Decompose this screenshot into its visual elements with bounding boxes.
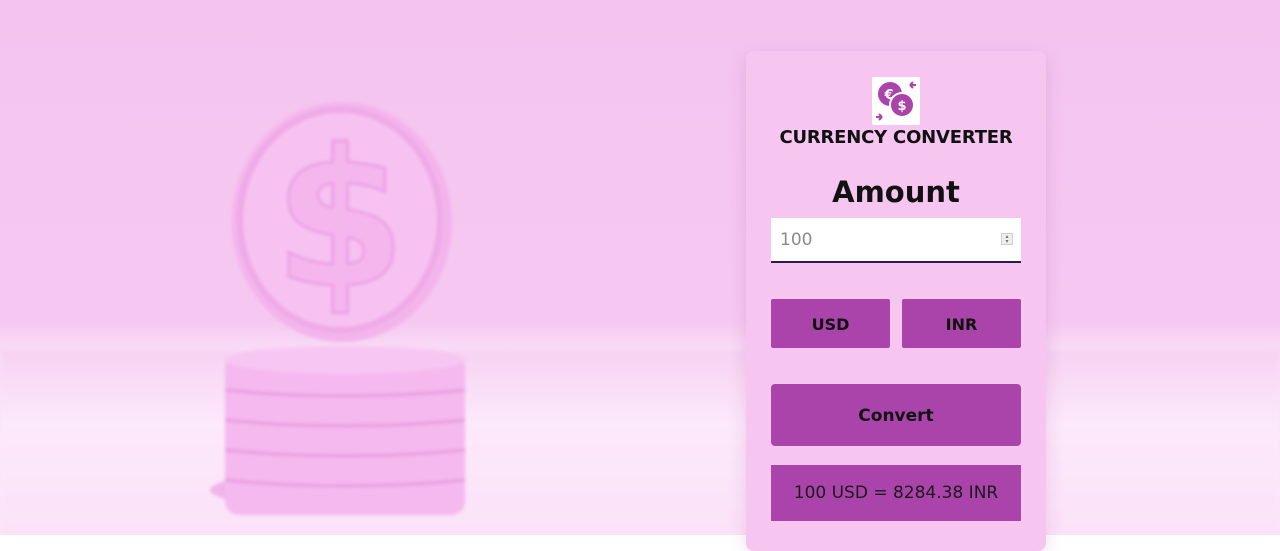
- amount-label: Amount: [832, 175, 960, 209]
- svg-text:€: €: [883, 88, 893, 103]
- to-currency-button[interactable]: INR: [902, 299, 1021, 348]
- currency-exchange-icon: € $: [872, 77, 920, 125]
- dollar-coin-icon: $: [232, 102, 452, 342]
- coin-stack-illustration: $: [210, 102, 466, 515]
- app-title: CURRENCY CONVERTER: [779, 127, 1013, 148]
- background-floor: [0, 350, 1280, 535]
- from-currency-button[interactable]: USD: [771, 299, 890, 348]
- svg-text:$: $: [274, 109, 406, 330]
- number-spinner-icon[interactable]: ▴ ▾: [1001, 233, 1013, 245]
- converter-card: € $ CURRENCY CONVERTER Amount ▴▾ USD INR…: [746, 51, 1046, 551]
- page-background: $: [0, 0, 1280, 535]
- amount-input[interactable]: [771, 218, 1000, 261]
- amount-field: ▴▾: [771, 218, 1021, 263]
- coin-stack: [210, 346, 466, 515]
- convert-button[interactable]: Convert: [771, 384, 1021, 446]
- conversion-result: 100 USD = 8284.38 INR: [771, 465, 1021, 521]
- svg-text:$: $: [897, 99, 906, 114]
